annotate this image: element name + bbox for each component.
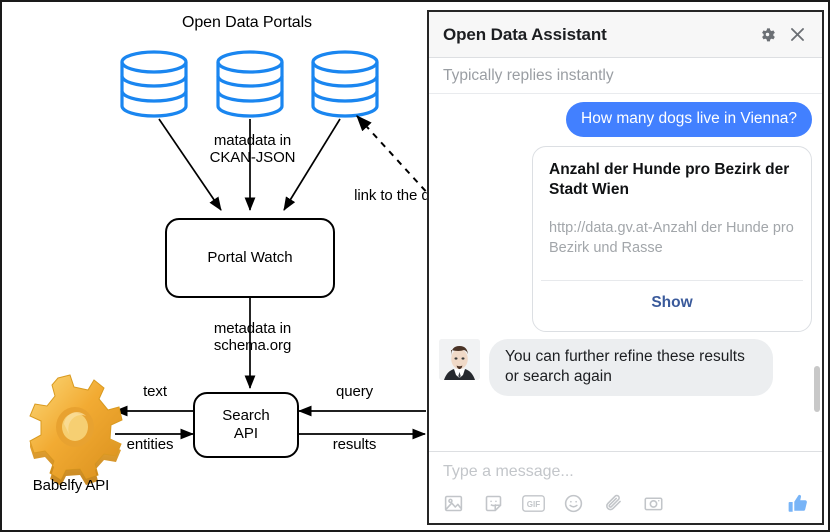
chat-message-list[interactable]: How many dogs live in Vienna? Anzahl der… bbox=[429, 94, 822, 451]
chat-scrollbar-thumb[interactable] bbox=[814, 366, 820, 412]
user-message-bubble: How many dogs live in Vienna? bbox=[566, 102, 812, 137]
database-2-icon bbox=[216, 50, 284, 118]
open-data-portals-label: Open Data Portals bbox=[182, 14, 312, 31]
chat-composer: Type a message... GIF bbox=[429, 451, 822, 523]
gif-icon[interactable]: GIF bbox=[521, 491, 545, 515]
chat-scrollbar[interactable] bbox=[814, 98, 820, 447]
photo-icon[interactable] bbox=[441, 491, 465, 515]
edge-label-results: results bbox=[332, 436, 377, 453]
screenshot-root: Open Data Portals matadata in CKAN-JSON … bbox=[0, 0, 830, 532]
paperclip-icon[interactable] bbox=[601, 491, 625, 515]
composer-toolbar: GIF bbox=[441, 491, 810, 515]
message-input[interactable]: Type a message... bbox=[441, 461, 810, 491]
show-button[interactable]: Show bbox=[533, 281, 811, 331]
gear-icon[interactable] bbox=[754, 22, 780, 48]
message-row-incoming: You can further refine these results or … bbox=[439, 339, 812, 396]
database-3-icon bbox=[311, 50, 379, 118]
babelfy-arrows bbox=[113, 405, 195, 440]
assistant-message-bubble: You can further refine these results or … bbox=[489, 339, 773, 396]
gif-icon-label: GIF bbox=[526, 499, 539, 508]
database-1-icon bbox=[120, 50, 188, 118]
edge-label-ckan-json: matadata in CKAN-JSON bbox=[209, 132, 296, 166]
edge-label-schema-org: metadata in schema.org bbox=[213, 320, 292, 354]
emoji-icon[interactable] bbox=[561, 491, 585, 515]
babelfy-api-label: Babelfy API bbox=[32, 477, 110, 494]
dataset-result-card[interactable]: Anzahl der Hunde pro Bezirk der Stadt Wi… bbox=[532, 146, 812, 332]
chat-header: Open Data Assistant bbox=[429, 12, 822, 58]
chat-status-subtitle: Typically replies instantly bbox=[429, 58, 822, 94]
node-search-api[interactable]: Search API bbox=[193, 392, 299, 458]
camera-icon[interactable] bbox=[641, 491, 665, 515]
close-icon[interactable] bbox=[784, 22, 810, 48]
avatar bbox=[439, 339, 480, 380]
thumbs-up-icon[interactable] bbox=[787, 492, 810, 515]
message-row-outgoing: How many dogs live in Vienna? bbox=[439, 102, 812, 137]
chat-title: Open Data Assistant bbox=[443, 24, 607, 44]
dataset-card-body: Anzahl der Hunde pro Bezirk der Stadt Wi… bbox=[533, 147, 811, 280]
node-portal-watch[interactable]: Portal Watch bbox=[165, 218, 335, 298]
dataset-card-url: http://data.gv.at-Anzahl der Hunde pro B… bbox=[549, 220, 794, 256]
babelfy-gear-icon bbox=[29, 374, 123, 486]
edge-label-entities: entities bbox=[126, 436, 174, 453]
edge-label-query: query bbox=[335, 383, 374, 400]
chat-arrows bbox=[297, 405, 427, 440]
message-row-card: Anzahl der Hunde pro Bezirk der Stadt Wi… bbox=[439, 146, 812, 332]
sticker-icon[interactable] bbox=[481, 491, 505, 515]
dataset-card-title: Anzahl der Hunde pro Bezirk der Stadt Wi… bbox=[549, 161, 790, 198]
chat-widget: Open Data Assistant Typically replies in… bbox=[427, 10, 824, 525]
edge-label-text: text bbox=[143, 383, 167, 400]
